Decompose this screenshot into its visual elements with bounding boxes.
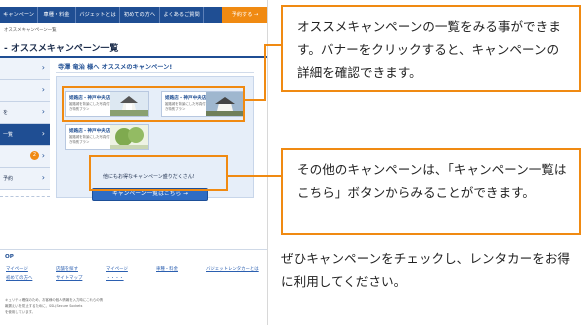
- sidebar-item[interactable]: ›: [0, 58, 50, 80]
- footer-note: を使用しています。: [5, 310, 36, 314]
- sidebar-item[interactable]: を ›: [0, 102, 50, 124]
- sidebar-item-selected[interactable]: 一覧 ›: [0, 124, 50, 146]
- chevron-right-icon: ›: [41, 151, 45, 160]
- sidebar-divider: [0, 196, 50, 197]
- page-title: - オススメキャンペーン一覧: [4, 44, 119, 54]
- sidebar-item[interactable]: 2 ›: [0, 146, 50, 168]
- top-navigation: キャンペーン 車種・料金 バジェットとは 初めての方へ よくあるご質問 予約する…: [0, 7, 267, 23]
- nav-faq[interactable]: よくあるご質問: [160, 7, 204, 23]
- footer-link[interactable]: 車種・料金: [156, 266, 178, 272]
- greeting-heading: 寺澤 竜治 様へ オススメのキャンペーン!: [58, 64, 173, 71]
- connector-line: [245, 99, 265, 101]
- sidebar-item-label: を: [3, 110, 9, 116]
- chevron-right-icon: ›: [41, 173, 45, 182]
- button-highlight-box: [89, 155, 228, 191]
- footer-note: キュリティ確保のため、お客様の個人情報を入力時にこれらの情: [5, 298, 104, 302]
- breadcrumb: オススメキャンペーン一覧: [4, 28, 57, 33]
- callout-text: オススメキャンペーンの一覧をみる事ができます。バナーをクリックすると、キャンペー…: [297, 19, 561, 80]
- connector-line: [264, 44, 266, 101]
- chevron-right-icon: ›: [41, 107, 45, 116]
- greeting-divider: [56, 72, 254, 73]
- callout-banners: オススメキャンペーンの一覧をみる事ができます。バナーをクリックすると、キャンペー…: [281, 5, 581, 92]
- chevron-right-icon: ›: [41, 85, 45, 94]
- sidebar-item-label: 一覧: [3, 132, 14, 138]
- chevron-right-icon: ›: [41, 129, 45, 138]
- banner-text: 姫路城を背景にした写真付き特別プラン: [69, 135, 110, 144]
- callout-button: その他のキャンペーンは、「キャンペーン一覧はこちら」ボタンからみることができます…: [281, 148, 581, 235]
- closing-note: ぜひキャンペーンをチェックし、レンタカーをお得に利用してください。: [281, 251, 571, 289]
- footer-top-label: OP: [5, 254, 14, 260]
- footer-link[interactable]: ・・・・: [106, 275, 124, 281]
- nav-first-time[interactable]: 初めての方へ: [120, 7, 160, 23]
- sidebar-item[interactable]: 予約 ›: [0, 168, 50, 190]
- banner-highlight-box: [62, 86, 245, 122]
- nav-campaign[interactable]: キャンペーン: [0, 7, 38, 23]
- sidebar-item-label: 予約: [3, 176, 14, 182]
- nav-about-budget[interactable]: バジェットとは: [76, 7, 120, 23]
- count-badge: 2: [30, 151, 39, 160]
- connector-line: [228, 175, 282, 177]
- banner-title: 姫路店・神戸中央店: [69, 129, 111, 134]
- footer-link[interactable]: 初めての方へ: [6, 275, 32, 281]
- footer-divider: [0, 249, 267, 250]
- nav-cars-prices[interactable]: 車種・料金: [38, 7, 76, 23]
- footer-link[interactable]: マイページ: [6, 266, 28, 272]
- sidebar-item[interactable]: ›: [0, 80, 50, 102]
- footer-link[interactable]: 店舗を探す: [56, 266, 78, 272]
- chevron-right-icon: ›: [41, 63, 45, 72]
- footer-link[interactable]: マイページ: [106, 266, 128, 272]
- tree-photo: [110, 125, 148, 149]
- footer-note: 報漏えいを防止するために、SSL(Secure Sockets: [5, 304, 83, 308]
- campaign-banner[interactable]: 姫路店・神戸中央店 姫路城を背景にした写真付き特別プラン: [65, 124, 149, 150]
- callout-text: その他のキャンペーンは、「キャンペーン一覧はこちら」ボタンからみることができます…: [297, 162, 567, 200]
- footer-link[interactable]: サイトマップ: [56, 275, 82, 281]
- footer-link[interactable]: バジェットレンタカーとは: [206, 266, 259, 272]
- reserve-button[interactable]: 予約する →: [222, 7, 267, 23]
- sidebar: › › を › 一覧 › 2 › 予約 ›: [0, 58, 50, 190]
